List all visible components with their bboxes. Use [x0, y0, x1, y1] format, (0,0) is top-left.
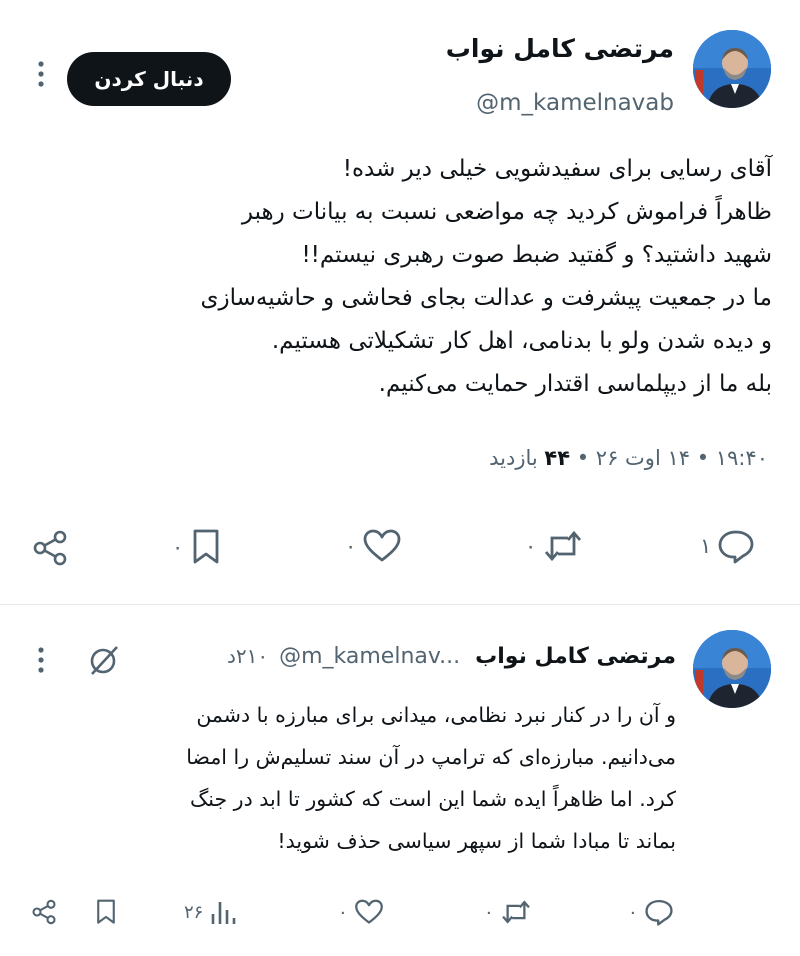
reply-bookmark-button[interactable] [94, 898, 118, 926]
more-vertical-icon [38, 647, 44, 673]
reply-author-name[interactable]: مرتضی کامل نواب [475, 644, 676, 669]
reply-share-button[interactable] [30, 898, 58, 926]
reply-reply-count: ۰ [628, 901, 638, 923]
reply-like-button[interactable]: ۰ [338, 898, 384, 926]
retweet-count: ۰ [525, 534, 537, 558]
meta-dot: • [696, 446, 710, 470]
reply-more-options-button[interactable] [33, 646, 49, 676]
reply-retweet-count: ۰ [484, 901, 494, 923]
retweet-icon [545, 530, 582, 562]
like-icon [363, 529, 401, 562]
tweet-time[interactable]: ۱۹:۴۰ [716, 446, 768, 470]
avatar-portrait [693, 30, 771, 108]
retweet-button[interactable]: ۰ [525, 528, 584, 564]
reply-text: و آن را در کنار نبرد نظامی، میدانی برای … [186, 703, 676, 853]
share-icon [32, 899, 56, 925]
views-icon [212, 902, 236, 924]
bookmark-icon [193, 529, 219, 564]
follow-button[interactable]: دنبال کردن [67, 52, 231, 106]
reply-views-button[interactable]: ۲۶ [184, 898, 237, 926]
tweet-date[interactable]: ۱۴ اوت ۲۶ [596, 446, 690, 470]
meta-dot: • [576, 446, 590, 470]
share-icon [33, 530, 67, 566]
reply-button[interactable]: ۱ [700, 528, 755, 564]
views-count: ۴۴ [544, 446, 571, 470]
share-button[interactable] [30, 528, 70, 568]
author-handle[interactable]: @m_kamelnavab [476, 90, 674, 116]
tweet-divider [0, 604, 800, 605]
like-count: ۰ [345, 534, 357, 558]
retweet-icon [501, 900, 530, 924]
grok-button[interactable] [86, 642, 122, 682]
views-label: بازدید [489, 446, 538, 470]
bookmark-count: ۰ [172, 535, 184, 559]
reply-views-count: ۲۶ [184, 901, 204, 923]
reply-retweet-button[interactable]: ۰ [484, 898, 532, 926]
grok-icon [90, 646, 118, 675]
reply-icon [718, 530, 754, 564]
reply-author-avatar[interactable] [693, 630, 771, 708]
tweet-meta: ۱۹:۴۰ • ۱۴ اوت ۲۶ • ۴۴ بازدید [489, 446, 768, 470]
reply-reply-button[interactable]: ۰ [628, 898, 674, 926]
bookmark-button[interactable]: ۰ [172, 528, 223, 566]
bookmark-icon [97, 899, 115, 924]
like-button[interactable]: ۰ [345, 528, 402, 564]
author-name[interactable]: مرتضی کامل نواب [446, 34, 674, 63]
reply-count: ۱ [700, 534, 712, 558]
reply-icon [645, 899, 673, 926]
author-avatar[interactable] [693, 30, 771, 108]
reply-like-count: ۰ [338, 901, 348, 923]
more-options-button[interactable] [33, 60, 49, 90]
like-icon [354, 899, 383, 924]
reply-time-ago[interactable]: ۲۱۰د [227, 644, 268, 668]
avatar-portrait [693, 630, 771, 708]
more-vertical-icon [38, 61, 44, 87]
tweet-text: آقای رسایی برای سفیدشویی خیلی دیر شده! ظ… [200, 156, 772, 397]
reply-author-handle[interactable]: @m_kamelnav... [279, 644, 460, 669]
reply-header: مرتضی کامل نواب @m_kamelnav... ۲۱۰د [227, 644, 676, 669]
